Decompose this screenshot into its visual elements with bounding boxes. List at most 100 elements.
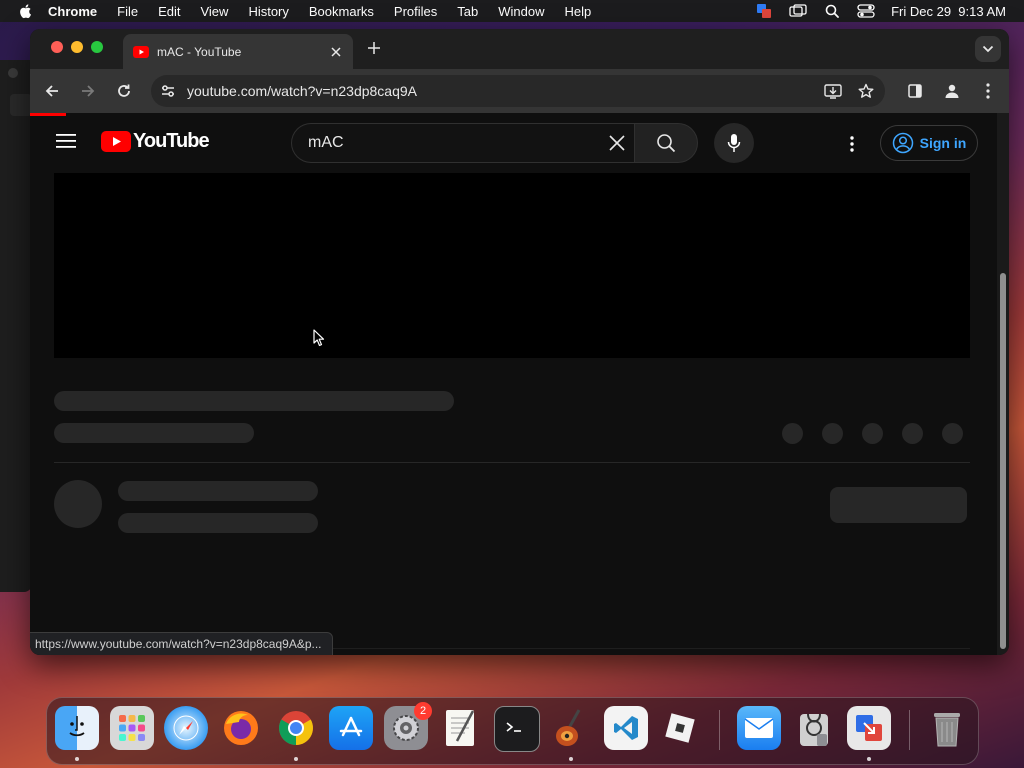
textedit-icon[interactable] <box>439 706 483 750</box>
reload-icon[interactable] <box>113 80 135 102</box>
screen-sharing-status-icon[interactable] <box>755 4 773 18</box>
youtube-wordmark: YouTube <box>133 130 210 152</box>
menu-clock[interactable]: Fri Dec 29 9:13 AM <box>891 4 1006 19</box>
background-window[interactable] <box>0 60 32 592</box>
close-tab-icon[interactable] <box>329 45 343 59</box>
safari-icon[interactable] <box>164 706 208 750</box>
video-player[interactable] <box>54 173 970 358</box>
dock-separator <box>909 710 910 750</box>
search-input[interactable]: mAC <box>291 123 634 163</box>
menu-view[interactable]: View <box>200 4 228 19</box>
menu-window[interactable]: Window <box>498 4 544 19</box>
address-bar[interactable]: youtube.com/watch?v=n23dp8caq9A <box>151 75 885 107</box>
action-placeholder-icon <box>862 423 883 444</box>
tab-search-chevron-icon[interactable] <box>975 36 1001 62</box>
dock-separator <box>719 710 720 750</box>
voice-search-button[interactable] <box>714 123 754 163</box>
page-scrollbar[interactable] <box>997 113 1009 655</box>
install-app-icon[interactable] <box>824 82 842 100</box>
search-button[interactable] <box>634 123 698 163</box>
running-indicator <box>569 757 573 761</box>
display-mirror-icon[interactable] <box>789 4 807 18</box>
finder-icon[interactable] <box>55 706 99 750</box>
mouse-pointer-icon <box>313 329 325 347</box>
channel-name-placeholder <box>118 481 318 501</box>
action-placeholder-icon <box>822 423 843 444</box>
search-query-text[interactable]: mAC <box>308 134 344 152</box>
channel-avatar-placeholder <box>54 480 102 528</box>
tab-youtube[interactable]: mAC - YouTube <box>123 34 353 69</box>
site-info-tune-icon[interactable] <box>160 83 176 99</box>
link-status-bubble: https://www.youtube.com/watch?v=n23dp8ca… <box>30 632 333 655</box>
youtube-favicon-icon <box>133 45 149 58</box>
firefox-icon[interactable] <box>219 706 263 750</box>
running-indicator <box>867 757 871 761</box>
menu-bookmarks[interactable]: Bookmarks <box>309 4 374 19</box>
address-url[interactable]: youtube.com/watch?v=n23dp8caq9A <box>187 83 417 99</box>
youtube-page: YouTube mAC Sign in <box>30 113 997 655</box>
roblox-icon[interactable] <box>658 706 702 750</box>
content-divider <box>54 462 970 463</box>
app-store-icon[interactable] <box>329 706 373 750</box>
youtube-play-logo-icon <box>101 131 131 152</box>
forward-arrow-icon[interactable] <box>77 80 99 102</box>
browser-toolbar: youtube.com/watch?v=n23dp8caq9A <box>30 69 1009 113</box>
profile-avatar-icon[interactable] <box>941 80 963 102</box>
title-placeholder <box>54 391 454 411</box>
control-center-icon[interactable] <box>857 4 875 18</box>
garageband-icon[interactable] <box>549 706 593 750</box>
chrome-icon[interactable] <box>274 706 318 750</box>
subscribe-button-placeholder <box>830 487 967 523</box>
zoom-window-button[interactable] <box>91 41 103 53</box>
menu-edit[interactable]: Edit <box>158 4 180 19</box>
tab-title: mAC - YouTube <box>157 44 242 59</box>
tab-strip: mAC - YouTube <box>30 29 1009 69</box>
trash-icon[interactable] <box>925 706 969 750</box>
chrome-window: mAC - YouTube youtube.com/watch?v=n23dp8… <box>30 29 1009 655</box>
search-icon <box>657 134 676 153</box>
screen-sharing-icon[interactable] <box>847 706 891 750</box>
menu-profiles[interactable]: Profiles <box>394 4 437 19</box>
apple-menu-icon[interactable] <box>18 3 34 19</box>
system-settings-icon[interactable]: 2 <box>384 702 432 750</box>
scrollbar-thumb[interactable] <box>1000 273 1006 649</box>
settings-kebab-icon[interactable] <box>840 132 864 156</box>
dock: 2 <box>46 697 979 765</box>
launchpad-icon[interactable] <box>110 706 154 750</box>
menu-tab[interactable]: Tab <box>457 4 478 19</box>
menu-file[interactable]: File <box>117 4 138 19</box>
window-controls <box>51 41 103 53</box>
running-indicator <box>294 757 298 761</box>
disk-utility-icon[interactable] <box>792 706 836 750</box>
spotlight-search-icon[interactable] <box>823 4 841 18</box>
page-load-progress <box>30 113 66 116</box>
side-panel-icon[interactable] <box>904 80 926 102</box>
sign-in-label: Sign in <box>919 135 967 151</box>
menu-help[interactable]: Help <box>565 4 592 19</box>
microphone-icon <box>727 134 741 152</box>
new-tab-icon[interactable] <box>366 40 382 56</box>
guide-menu-hamburger-icon[interactable] <box>56 133 76 149</box>
sign-in-button[interactable]: Sign in <box>880 125 978 161</box>
clear-search-icon[interactable] <box>608 134 626 152</box>
minimize-window-button[interactable] <box>71 41 83 53</box>
terminal-icon[interactable] <box>494 706 540 752</box>
bookmark-star-icon[interactable] <box>857 82 875 100</box>
background-window-control <box>8 68 18 78</box>
menu-history[interactable]: History <box>248 4 288 19</box>
youtube-logo[interactable]: YouTube <box>101 130 210 153</box>
action-placeholder-icon <box>782 423 803 444</box>
mail-icon[interactable] <box>737 706 781 750</box>
running-indicator <box>75 757 79 761</box>
account-circle-icon <box>892 132 913 154</box>
action-placeholder-icon <box>942 423 963 444</box>
settings-notification-badge: 2 <box>414 702 432 720</box>
menu-bar: Chrome File Edit View History Bookmarks … <box>0 0 1024 22</box>
action-placeholder-icon <box>902 423 923 444</box>
vscode-icon[interactable] <box>604 706 648 750</box>
chrome-menu-kebab-icon[interactable] <box>977 80 999 102</box>
menu-app-name[interactable]: Chrome <box>48 4 97 19</box>
back-arrow-icon[interactable] <box>41 80 63 102</box>
close-window-button[interactable] <box>51 41 63 53</box>
channel-subs-placeholder <box>118 513 318 533</box>
